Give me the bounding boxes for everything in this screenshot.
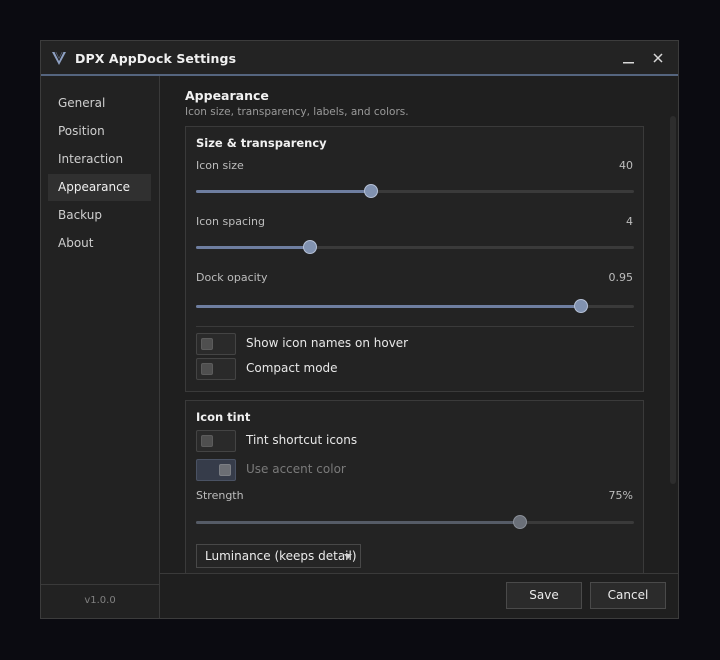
main-panel: Appearance Icon size, transparency, labe… (160, 76, 678, 573)
strength-slider[interactable] (196, 515, 634, 529)
strength-value: 75% (608, 489, 633, 502)
divider (196, 326, 634, 327)
sidebar-item-appearance[interactable]: Appearance (48, 174, 151, 201)
dropdown-value: Luminance (keeps detail) (205, 549, 357, 563)
slider-thumb[interactable] (574, 299, 589, 313)
version-label: v1.0.0 (41, 584, 159, 618)
sidebar-item-position[interactable]: Position (48, 118, 151, 145)
icon-tint-card: Icon tint Tint shortcut icons Use accent… (185, 400, 644, 573)
tint-mode-dropdown[interactable]: Luminance (keeps detail) (196, 544, 361, 568)
close-icon (653, 53, 663, 63)
strength-label: Strength (196, 489, 244, 502)
dock-opacity-label: Dock opacity (196, 271, 268, 284)
cancel-button[interactable]: Cancel (590, 582, 666, 609)
show-names-label: Show icon names on hover (246, 336, 409, 350)
tint-shortcuts-toggle[interactable] (196, 430, 236, 452)
page-title: Appearance (185, 88, 269, 103)
sidebar: General Position Interaction Appearance … (41, 76, 160, 618)
sidebar-item-general[interactable]: General (48, 90, 151, 117)
use-accent-toggle[interactable] (196, 459, 236, 481)
title-bar: DPX AppDock Settings (41, 41, 678, 76)
show-names-toggle[interactable] (196, 333, 236, 355)
icon-size-label: Icon size (196, 159, 244, 172)
icon-size-slider[interactable] (196, 184, 634, 198)
close-button[interactable] (646, 47, 670, 69)
vertical-scrollbar[interactable] (670, 116, 676, 484)
icon-spacing-slider[interactable] (196, 240, 634, 254)
dock-opacity-value: 0.95 (608, 271, 634, 284)
minimize-icon (623, 62, 634, 64)
dock-opacity-slider[interactable] (196, 299, 634, 313)
slider-thumb[interactable] (302, 240, 317, 254)
icon-size-value: 40 (619, 159, 633, 172)
card-title: Icon tint (196, 410, 251, 424)
use-accent-label: Use accent color (246, 462, 346, 476)
sidebar-item-backup[interactable]: Backup (48, 202, 151, 229)
minimize-button[interactable] (616, 47, 640, 69)
save-button[interactable]: Save (506, 582, 582, 609)
page-subtitle: Icon size, transparency, labels, and col… (185, 106, 409, 118)
window-title: DPX AppDock Settings (75, 51, 237, 66)
slider-thumb[interactable] (513, 515, 528, 529)
card-title: Size & transparency (196, 136, 327, 150)
icon-spacing-value: 4 (626, 215, 633, 228)
icon-spacing-label: Icon spacing (196, 215, 266, 228)
sidebar-item-interaction[interactable]: Interaction (48, 146, 151, 173)
tint-shortcuts-label: Tint shortcut icons (246, 433, 358, 447)
size-transparency-card: Size & transparency Icon size 40 Icon sp… (185, 126, 644, 392)
footer-bar: Save Cancel (160, 573, 678, 618)
settings-window: DPX AppDock Settings General Position In… (40, 40, 679, 619)
slider-thumb[interactable] (364, 184, 379, 198)
app-logo-icon (51, 50, 67, 66)
compact-mode-label: Compact mode (246, 361, 338, 375)
compact-mode-toggle[interactable] (196, 358, 236, 380)
sidebar-item-about[interactable]: About (48, 230, 151, 257)
chevron-down-icon (344, 554, 352, 559)
